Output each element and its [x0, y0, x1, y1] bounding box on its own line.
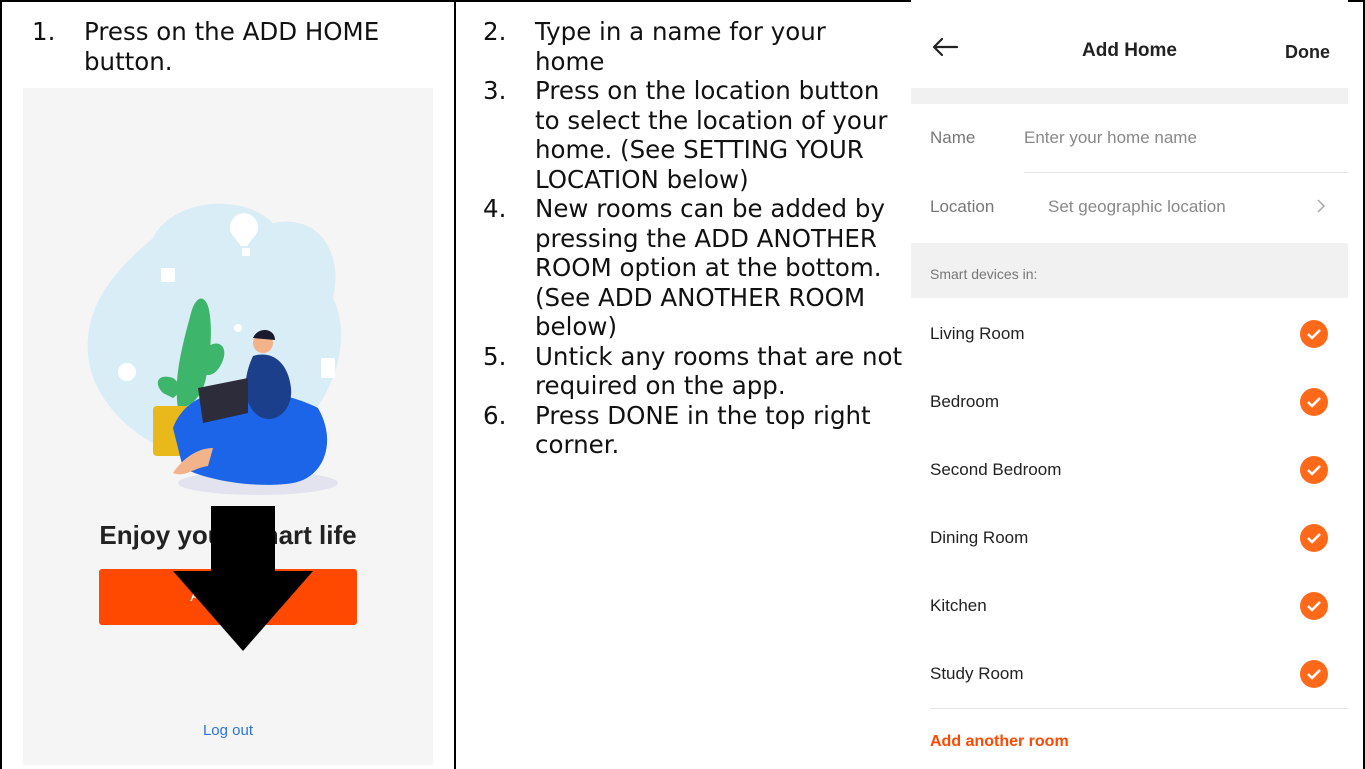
list-item: 2. Type in a name for your home	[483, 17, 903, 76]
name-label: Name	[930, 128, 976, 147]
step-1-instruction: 1. Press on the ADD HOME button.	[32, 17, 432, 76]
step-text: Untick any rooms that are not required o…	[535, 341, 903, 401]
step-number: 2.	[483, 17, 507, 46]
step-text: Press on the ADD HOME button.	[84, 17, 380, 76]
add-another-room-link[interactable]: Add another room	[930, 733, 1069, 751]
step-number: 6.	[483, 400, 507, 430]
check-icon[interactable]	[1300, 660, 1328, 688]
step-number: 3.	[483, 76, 507, 105]
room-name: Second Bedroom	[930, 460, 1062, 479]
location-label: Location	[930, 197, 995, 216]
list-item: 6. Press DONE in the top right corner.	[483, 401, 903, 460]
table-divider	[454, 0, 456, 769]
step-number: 5.	[483, 341, 507, 371]
step-text: Press on the location button to select t…	[535, 76, 888, 194]
down-arrow-icon	[173, 506, 313, 651]
chevron-right-icon	[1317, 199, 1326, 213]
check-icon[interactable]	[1300, 320, 1328, 348]
check-icon[interactable]	[1300, 456, 1328, 484]
section-label: Smart devices in:	[930, 266, 1038, 282]
list-item: 1. Press on the ADD HOME button.	[32, 17, 432, 76]
app-home-screenshot: Enjoy your smart life Add Home Log out	[23, 88, 433, 765]
name-field[interactable]: Name Enter your home name	[911, 121, 1348, 155]
location-value[interactable]: Set geographic location	[1048, 190, 1226, 224]
step-text: Type in a name for your home	[535, 17, 826, 76]
check-icon[interactable]	[1300, 592, 1328, 620]
check-icon[interactable]	[1300, 524, 1328, 552]
check-icon[interactable]	[1300, 388, 1328, 416]
room-name: Kitchen	[930, 596, 987, 615]
list-item: 3. Press on the location button to select…	[483, 76, 903, 194]
room-row[interactable]: Study Room	[911, 654, 1348, 694]
table-left-border	[0, 0, 2, 769]
location-field[interactable]: Location Set geographic location	[911, 190, 1348, 224]
list-item: 4. New rooms can be added by pressing the…	[483, 194, 903, 342]
step-text: Press DONE in the top right corner.	[535, 400, 871, 460]
logout-link[interactable]: Log out	[23, 722, 433, 739]
step-number: 1.	[32, 17, 56, 46]
divider	[1024, 172, 1348, 173]
page-title: Add Home	[1082, 40, 1177, 61]
name-input[interactable]: Enter your home name	[1024, 121, 1197, 155]
step-number: 4.	[483, 194, 507, 223]
room-name: Bedroom	[930, 392, 999, 411]
app-header: Add Home Done	[911, 0, 1348, 88]
room-row[interactable]: Dining Room	[911, 518, 1348, 558]
done-button[interactable]: Done	[1285, 42, 1330, 63]
room-row[interactable]: Living Room	[911, 314, 1348, 354]
divider	[930, 708, 1348, 709]
room-row[interactable]: Second Bedroom	[911, 450, 1348, 490]
smart-life-illustration	[87, 203, 342, 495]
header-divider	[911, 88, 1348, 104]
add-home-screen: Add Home Done Name Enter your home name …	[911, 0, 1348, 769]
step-text: New rooms can be added by pressing the A…	[535, 194, 885, 341]
room-row[interactable]: Bedroom	[911, 382, 1348, 422]
room-name: Dining Room	[930, 528, 1029, 547]
steps-2-to-6: 2. Type in a name for your home 3. Press o…	[483, 17, 903, 460]
room-name: Living Room	[930, 324, 1025, 343]
room-row[interactable]: Kitchen	[911, 586, 1348, 626]
room-name: Study Room	[930, 664, 1024, 683]
list-item: 5. Untick any rooms that are not required…	[483, 342, 903, 401]
